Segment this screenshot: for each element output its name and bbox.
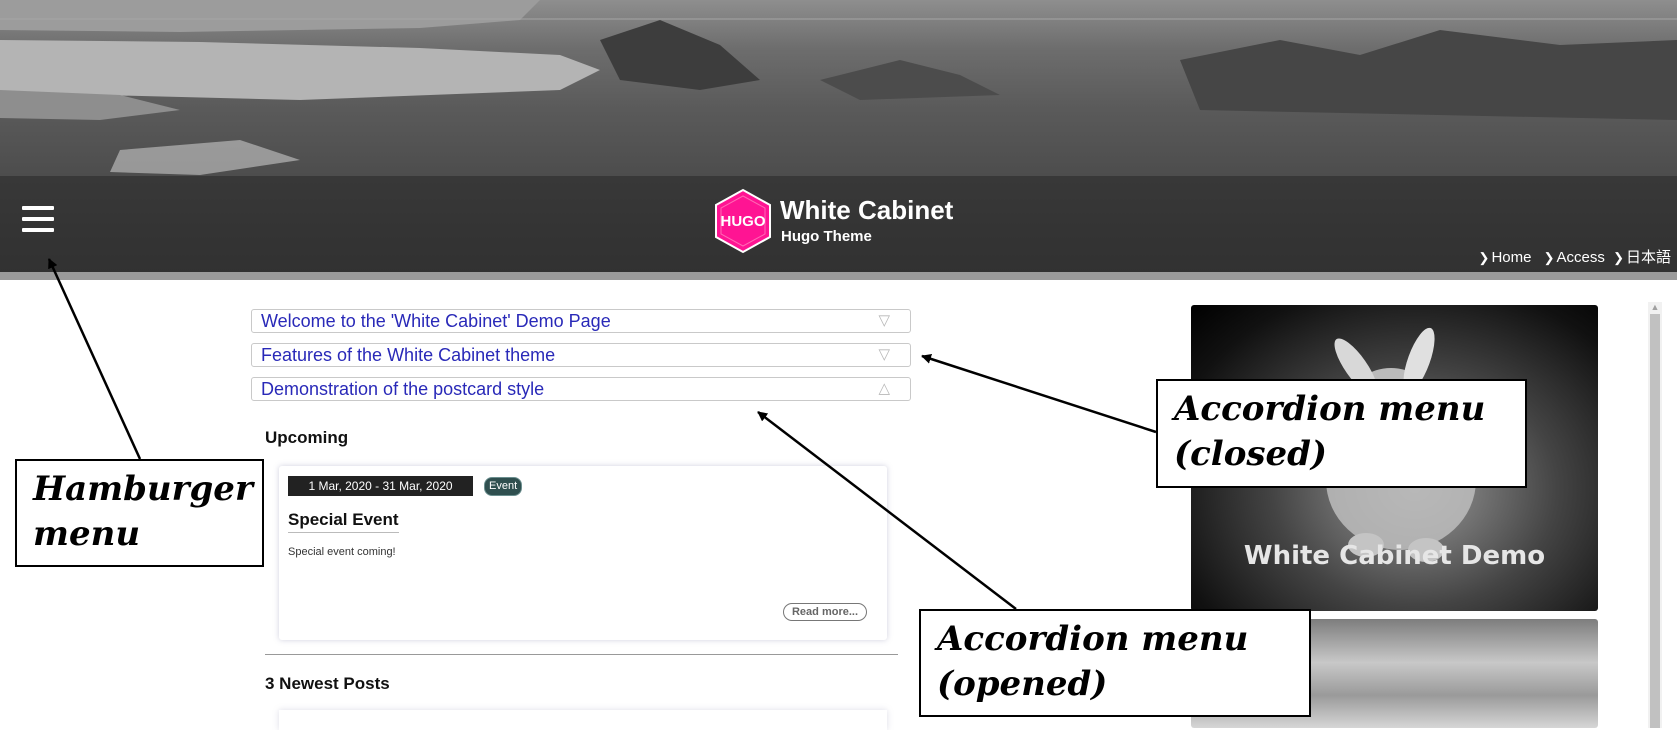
site-header: HUGO White Cabinet Hugo Theme ❯ Home ❯ Acc… xyxy=(0,0,1677,272)
arrow-to-accordion-closed xyxy=(921,354,1157,434)
section-divider xyxy=(265,654,898,655)
newest-posts-heading: 3 Newest Posts xyxy=(265,674,390,693)
callout-accordion-closed: Accordion menu (closed) xyxy=(1156,379,1527,488)
callout-line: menu xyxy=(33,514,141,554)
event-tag-badge[interactable]: Event xyxy=(484,477,523,496)
hamburger-menu-button[interactable] xyxy=(22,206,54,236)
event-date-badge: 1 Mar, 2020 - 31 Mar, 2020 xyxy=(288,476,473,496)
callout-line: Accordion menu xyxy=(1174,389,1486,429)
chevron-right-icon: ❯ xyxy=(1543,250,1555,265)
scrollbar-thumb[interactable] xyxy=(1650,314,1660,728)
newest-post-card xyxy=(279,710,887,730)
triangle-down-icon: ▽ xyxy=(878,346,890,363)
hamburger-bar xyxy=(22,228,54,232)
accordion-item-label: Welcome to the 'White Cabinet' Demo Page xyxy=(261,311,611,331)
banner-caption: White Cabinet Demo xyxy=(1243,541,1546,571)
accordion-item-label: Features of the White Cabinet theme xyxy=(261,345,556,365)
nav-link-label: 日本語 xyxy=(1625,249,1671,266)
chevron-right-icon: ❯ xyxy=(1613,250,1624,265)
hamburger-bar xyxy=(22,206,54,210)
callout-line: Hamburger xyxy=(33,469,253,509)
triangle-down-icon: ▽ xyxy=(878,312,890,329)
event-description: Special event coming! xyxy=(288,546,396,558)
callout-hamburger: Hamburger menu xyxy=(15,459,264,567)
nav-link-home[interactable]: ❯ Home xyxy=(1479,249,1532,266)
header-border xyxy=(0,272,1677,280)
hamburger-bar xyxy=(22,217,54,221)
triangle-up-icon: △ xyxy=(878,380,890,397)
nav-link-access[interactable]: ❯ Access xyxy=(1544,249,1605,266)
scroll-up-arrow-icon[interactable]: ▲ xyxy=(1649,302,1661,312)
read-more-button[interactable]: Read more... xyxy=(783,603,867,621)
callout-line: Accordion menu xyxy=(937,619,1249,659)
site-subtitle: Hugo Theme xyxy=(781,228,872,245)
nav-link-language[interactable]: ❯ 日本語 xyxy=(1613,249,1671,266)
nav-link-label: Home xyxy=(1491,249,1532,266)
callout-accordion-opened: Accordion menu (opened) xyxy=(919,609,1311,717)
upcoming-heading: Upcoming xyxy=(265,428,349,447)
site-title[interactable]: White Cabinet xyxy=(780,195,953,226)
logo-text: HUGO xyxy=(721,213,766,230)
top-navigation: ❯ Home ❯ Access ❯ 日本語 xyxy=(1471,246,1671,267)
event-title[interactable]: Special Event xyxy=(288,510,399,533)
chevron-right-icon: ❯ xyxy=(1478,250,1490,265)
accordion-item-features[interactable]: Features of the White Cabinet theme ▽ xyxy=(251,343,911,367)
arrow-to-hamburger xyxy=(47,258,142,460)
callout-line: (opened) xyxy=(937,664,1108,704)
event-card: 1 Mar, 2020 - 31 Mar, 2020 Event Special… xyxy=(279,466,887,640)
accordion-item-label: Demonstration of the postcard style xyxy=(261,379,545,399)
callout-line: (closed) xyxy=(1174,434,1328,474)
nav-link-label: Access xyxy=(1556,249,1605,266)
accordion-item-postcard[interactable]: Demonstration of the postcard style △ xyxy=(251,377,911,401)
accordion-item-welcome[interactable]: Welcome to the 'White Cabinet' Demo Page… xyxy=(251,309,911,333)
hugo-logo[interactable]: HUGO xyxy=(713,188,773,254)
